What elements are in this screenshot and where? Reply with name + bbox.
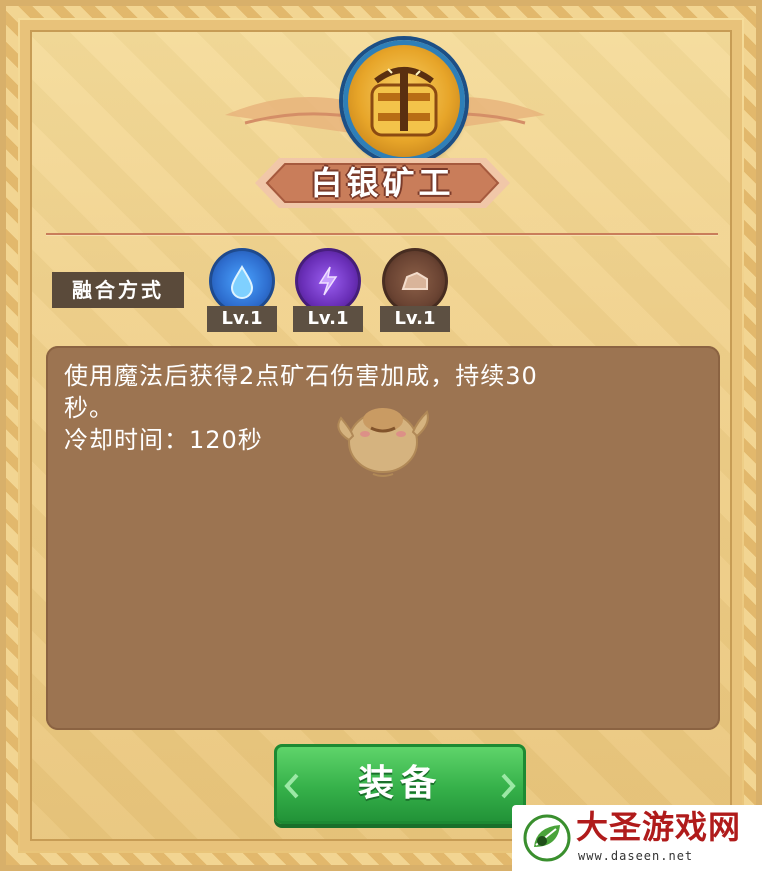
card-title: 白银矿工 [310, 164, 455, 202]
fusion-element-lightning[interactable]: Lv.1 [293, 248, 363, 332]
watermark-site-name: 大圣游戏网 [576, 808, 742, 846]
chick-mascot-watermark [337, 408, 429, 477]
leaf-logo-icon [523, 814, 571, 862]
description-line: 使用魔法后获得2点矿石伤害加成，持续30 [64, 362, 538, 390]
pickaxe-medal-icon [370, 67, 438, 137]
element-level: Lv.1 [380, 306, 450, 332]
header-divider [46, 233, 718, 236]
equip-button-label: 装备 [357, 763, 442, 804]
fusion-method-label: 融合方式 [52, 272, 184, 308]
element-level: Lv.1 [207, 306, 277, 332]
watermark-url: www.daseen.net [578, 849, 694, 863]
lightning-orb [295, 248, 361, 314]
chevron-right-icon [501, 773, 516, 799]
rock-icon [401, 271, 428, 290]
lightning-icon [318, 266, 338, 296]
water-drop-icon [230, 265, 254, 299]
chevron-left-icon [284, 773, 299, 799]
water-orb [209, 248, 275, 314]
site-watermark: 大圣游戏网 www.daseen.net [512, 805, 762, 871]
equip-button[interactable]: 装备 [274, 744, 526, 824]
fusion-element-water[interactable]: Lv.1 [207, 248, 277, 332]
element-level: Lv.1 [293, 306, 363, 332]
rock-orb [382, 248, 448, 314]
hero-medal [343, 40, 465, 162]
fusion-element-rock[interactable]: Lv.1 [380, 248, 450, 332]
